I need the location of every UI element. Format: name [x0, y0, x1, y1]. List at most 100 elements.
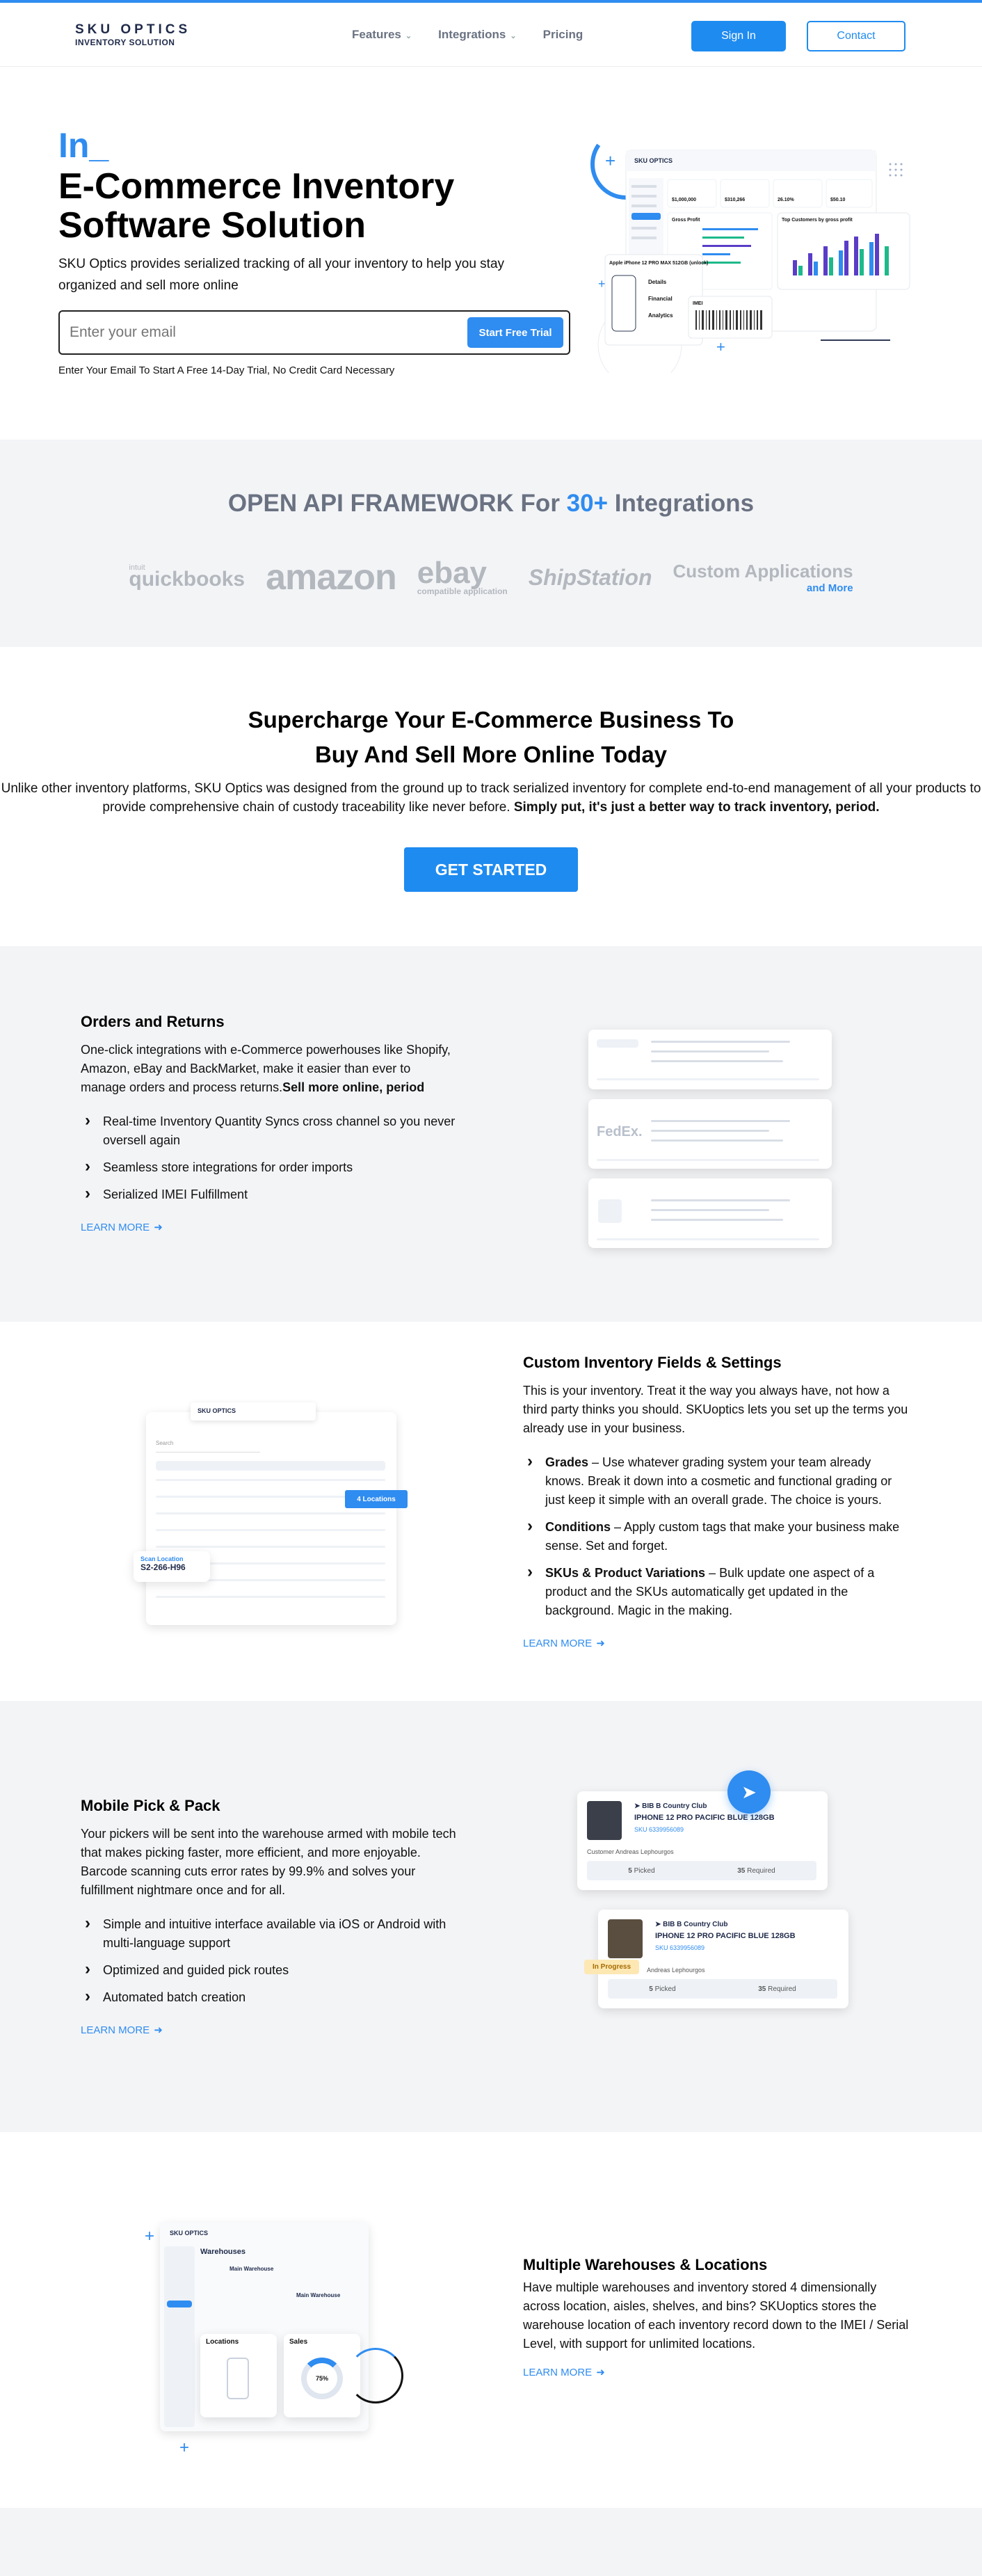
orders-section: Orders and Returns One-click integration… — [0, 946, 982, 1322]
custom-fields-text: Custom Inventory Fields & Settings This … — [523, 1354, 912, 1650]
menu-label: Pricing — [542, 28, 583, 41]
integrations-title-pre: OPEN API FRAMEWORK For — [227, 490, 567, 517]
mobile-pick-learn-more-link[interactable]: LEARN MORE ➜ — [81, 2024, 163, 2036]
navigation-icon: ➤ — [634, 1802, 641, 1810]
mobile-pick-bullets: Simple and intuitive interface available… — [81, 1914, 463, 2007]
warehouses-section: SKU OPTICS Warehouses Main Warehouse Mai… — [0, 2132, 982, 2508]
order-card — [588, 1030, 832, 1089]
custom-fields-learn-more-link[interactable]: LEARN MORE ➜ — [523, 1637, 605, 1649]
mock-tab-analytics: Analytics — [648, 312, 673, 319]
required-count: 35 Required — [737, 1867, 775, 1875]
menu-item-integrations[interactable]: Integrations ⌄ — [438, 28, 517, 42]
mock-imei: IMEI — [693, 301, 702, 306]
warehouse-dashboard-mock: SKU OPTICS Warehouses Main Warehouse Mai… — [160, 2223, 369, 2431]
list-item: Conditions – Apply custom tags that make… — [523, 1517, 912, 1555]
warehouses-learn-more-link[interactable]: LEARN MORE ➜ — [523, 2366, 605, 2378]
list-item: SKUs & Product Variations – Bulk update … — [523, 1562, 912, 1620]
orders-learn-more-link[interactable]: LEARN MORE ➜ — [81, 1221, 163, 1233]
supercharge-section: Supercharge Your E-Commerce Business To B… — [0, 647, 982, 946]
order-line — [651, 1120, 790, 1122]
bullet-bold: Conditions — [545, 1520, 611, 1534]
hero-section: In_ E-Commerce Inventory Software Soluti… — [0, 67, 982, 440]
pick-counts: 5 Picked 35 Required — [587, 1861, 816, 1880]
quickbooks-logo[interactable]: intuit quickbooks — [129, 563, 245, 591]
typed-text: In_ — [58, 126, 109, 165]
trial-note: Enter Your Email To Start A Free 14-Day … — [58, 365, 395, 376]
picked-label: Picked — [634, 1866, 655, 1875]
navigation-icon[interactable]: ➤ — [727, 1770, 771, 1814]
list-item: Real-time Inventory Quantity Syncs cross… — [81, 1111, 456, 1150]
mock-logo: SKU OPTICS — [170, 2230, 209, 2237]
integration-logos: intuit quickbooks amazon ebay compatible a… — [0, 557, 982, 598]
sign-in-button[interactable]: Sign In — [691, 21, 786, 51]
integrations-section: OPEN API FRAMEWORK For 30+ Integrations … — [0, 440, 982, 647]
order-card-logo — [597, 1039, 638, 1048]
list-item: Serialized IMEI Fulfillment — [81, 1184, 456, 1204]
bullet-text: – Use whatever grading system your team … — [545, 1455, 892, 1507]
ebay-logo[interactable]: ebay compatible application — [417, 557, 508, 596]
picked-value: 5 — [649, 1985, 653, 1993]
pick-product: IPHONE 12 PRO PACIFIC BLUE 128GB — [634, 1814, 775, 1822]
phone-thumbnail — [608, 1919, 643, 1958]
pick-counts: 5 Picked 35 Required — [608, 1979, 837, 1999]
menu-label: Integrations — [438, 28, 506, 41]
svg-text:+: + — [716, 338, 725, 355]
learn-more-label: LEARN MORE — [81, 1222, 150, 1233]
order-line — [651, 1199, 790, 1201]
fedex-logo: FedEx. — [597, 1124, 643, 1139]
email-input[interactable] — [70, 319, 417, 346]
order-line — [651, 1209, 769, 1211]
list-item: Automated batch creation — [81, 1987, 463, 2007]
pick-card: ➤ BIB B Country Club IPHONE 12 PRO PACIF… — [598, 1910, 848, 2008]
menu-item-features[interactable]: Features ⌄ — [352, 28, 412, 42]
pick-customer: Andreas Lephourgos — [647, 1967, 705, 1974]
mock-top-customers: Top Customers by gross profit — [782, 218, 853, 223]
quickbooks-text: quickbooks — [129, 568, 246, 591]
scan-location-label: Scan Location — [140, 1555, 184, 1562]
arrow-right-icon: ➜ — [596, 1638, 605, 1649]
pick-product: IPHONE 12 PRO PACIFIC BLUE 128GB — [655, 1932, 796, 1940]
list-item: Grades – Use whatever grading system you… — [523, 1452, 912, 1510]
picked-count: 5 Picked — [628, 1867, 654, 1875]
pick-sku: SKU 6339956089 — [655, 1944, 705, 1951]
logo[interactable]: SKU OPTICS INVENTORY SOLUTION — [75, 22, 191, 47]
orders-bullets: Real-time Inventory Quantity Syncs cross… — [81, 1111, 456, 1204]
warehouses-text: Multiple Warehouses & Locations Have mul… — [523, 2256, 912, 2379]
order-line — [597, 1238, 819, 1240]
locations-card: Locations — [200, 2334, 277, 2417]
warehouse-item: Main Warehouse — [230, 2266, 274, 2272]
pick-store: ➤ BIB B Country Club — [655, 1921, 728, 1928]
required-value: 35 — [758, 1985, 766, 1993]
shipstation-logo[interactable]: ShipStation — [529, 565, 652, 591]
orders-description: One-click integrations with e-Commerce p… — [81, 1041, 456, 1097]
start-free-trial-button[interactable]: Start Free Trial — [467, 317, 563, 348]
supercharge-text-line1: Unlike other inventory platforms, SKU Op… — [1, 781, 981, 796]
get-started-button[interactable]: GET STARTED — [404, 847, 578, 892]
custom-fields-title: Custom Inventory Fields & Settings — [523, 1354, 782, 1371]
chevron-down-icon: ⌄ — [510, 32, 517, 40]
supercharge-title: Supercharge Your E-Commerce Business To B… — [0, 703, 982, 772]
menu-item-pricing[interactable]: Pricing — [543, 28, 583, 42]
logo-top-text: SKU OPTICS — [75, 22, 191, 37]
custom-fields-section: SKU OPTICS Search 4 Locations Scan Locat… — [0, 1322, 982, 1701]
chevron-down-icon: ⌄ — [405, 32, 412, 40]
custom-fields-illustration: SKU OPTICS Search 4 Locations Scan Locat… — [132, 1398, 410, 1635]
orders-title: Orders and Returns — [81, 1013, 225, 1030]
navigation-icon: ➤ — [655, 1921, 661, 1928]
list-item: Optimized and guided pick routes — [81, 1960, 463, 1980]
svg-text:+: + — [605, 150, 615, 171]
logo-bottom-text: INVENTORY SOLUTION — [75, 38, 175, 47]
integrations-title: OPEN API FRAMEWORK For 30+ Integrations — [0, 490, 982, 518]
scan-location-value: S2-266-H96 — [140, 1562, 186, 1572]
mock-stat: 26.10% — [778, 198, 795, 202]
mock-sidebar — [164, 2246, 195, 2427]
contact-button[interactable]: Contact — [807, 21, 905, 51]
table-row — [156, 1529, 385, 1531]
custom-applications-logo[interactable]: Custom Applications and More — [673, 561, 853, 594]
orders-desc-bold: Sell more online, period — [282, 1080, 425, 1094]
decorative-arc — [348, 2348, 403, 2403]
warehouses-illustration: SKU OPTICS Warehouses Main Warehouse Mai… — [139, 2209, 417, 2487]
required-label: Required — [768, 1985, 796, 1993]
amazon-logo[interactable]: amazon — [266, 557, 397, 598]
sales-label: Sales — [289, 2338, 308, 2346]
